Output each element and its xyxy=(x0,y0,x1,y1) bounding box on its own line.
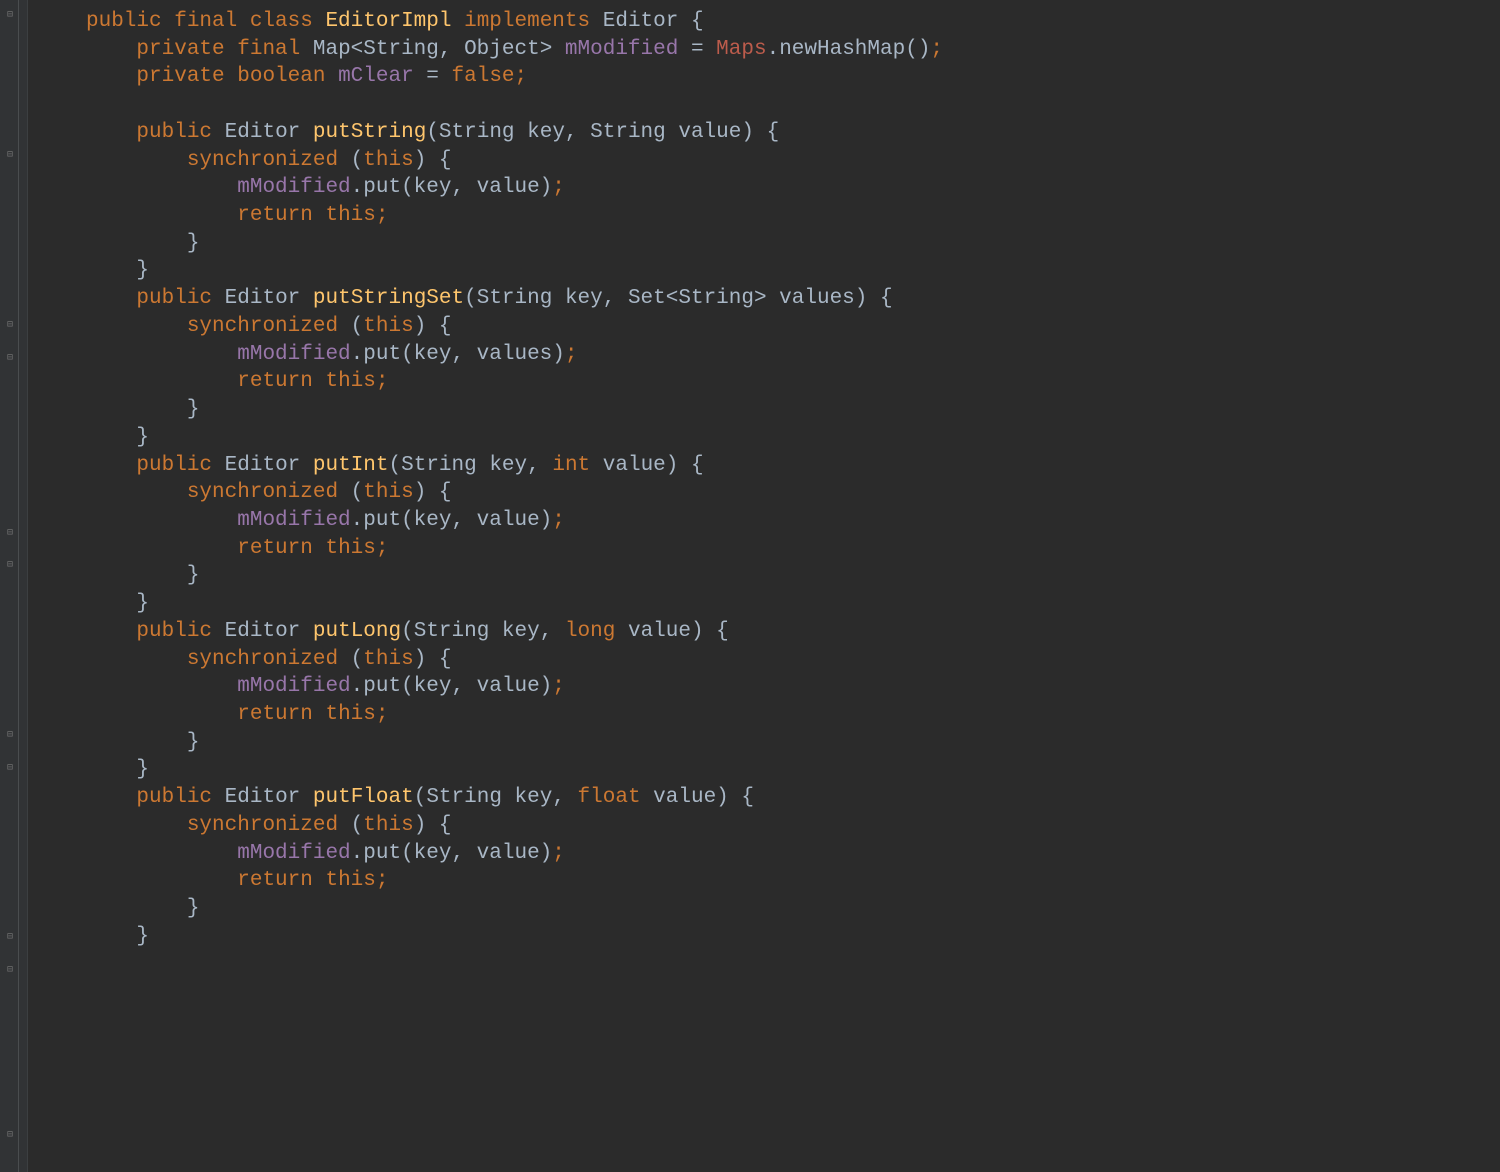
code-editor[interactable]: ⊟ ⊟ ⊟ ⊟ ⊟ ⊟ ⊟ ⊟ ⊟ ⊟ ⊟ public final class… xyxy=(0,0,1500,1172)
fold-marker-icon[interactable]: ⊟ xyxy=(4,932,16,944)
code-line: synchronized (this) { xyxy=(86,313,1500,341)
fold-marker-icon[interactable]: ⊟ xyxy=(4,560,16,572)
code-line: return this; xyxy=(86,368,1500,396)
code-line: mModified.put(key, values); xyxy=(86,341,1500,369)
code-text[interactable]: public final class EditorImpl implements… xyxy=(28,0,1500,1172)
code-line: synchronized (this) { xyxy=(86,147,1500,175)
code-line: mModified.put(key, value); xyxy=(86,174,1500,202)
code-line: private final Map<String, Object> mModif… xyxy=(86,36,1500,64)
code-line: private boolean mClear = false; xyxy=(86,63,1500,91)
code-line: synchronized (this) { xyxy=(86,812,1500,840)
code-line: } xyxy=(86,923,1500,951)
code-line: } xyxy=(86,396,1500,424)
fold-marker-icon[interactable]: ⊟ xyxy=(4,320,16,332)
code-line: return this; xyxy=(86,535,1500,563)
code-line: public final class EditorImpl implements… xyxy=(86,8,1500,36)
code-line: public Editor putString(String key, Stri… xyxy=(86,119,1500,147)
code-line: mModified.put(key, value); xyxy=(86,507,1500,535)
code-line: } xyxy=(86,257,1500,285)
code-line: } xyxy=(86,562,1500,590)
fold-marker-icon[interactable]: ⊟ xyxy=(4,763,16,775)
fold-marker-icon[interactable]: ⊟ xyxy=(4,1130,16,1142)
code-line: mModified.put(key, value); xyxy=(86,840,1500,868)
gutter: ⊟ ⊟ ⊟ ⊟ ⊟ ⊟ ⊟ ⊟ ⊟ ⊟ ⊟ xyxy=(0,0,28,1172)
fold-marker-icon[interactable]: ⊟ xyxy=(4,730,16,742)
code-line: public Editor putInt(String key, int val… xyxy=(86,452,1500,480)
code-line: public Editor putFloat(String key, float… xyxy=(86,784,1500,812)
code-line: synchronized (this) { xyxy=(86,479,1500,507)
code-line: } xyxy=(86,729,1500,757)
fold-marker-icon[interactable]: ⊟ xyxy=(4,965,16,977)
code-line: } xyxy=(86,895,1500,923)
code-line: } xyxy=(86,230,1500,258)
code-line: return this; xyxy=(86,867,1500,895)
code-line: mModified.put(key, value); xyxy=(86,673,1500,701)
fold-marker-icon[interactable]: ⊟ xyxy=(4,10,16,22)
code-line: } xyxy=(86,756,1500,784)
code-line: return this; xyxy=(86,202,1500,230)
code-line xyxy=(86,91,1500,119)
fold-guide-line xyxy=(18,0,19,1172)
code-line: public Editor putStringSet(String key, S… xyxy=(86,285,1500,313)
code-line: synchronized (this) { xyxy=(86,646,1500,674)
fold-marker-icon[interactable]: ⊟ xyxy=(4,353,16,365)
fold-marker-icon[interactable]: ⊟ xyxy=(4,150,16,162)
code-line: } xyxy=(86,590,1500,618)
code-line: return this; xyxy=(86,701,1500,729)
code-line: public Editor putLong(String key, long v… xyxy=(86,618,1500,646)
code-line: } xyxy=(86,424,1500,452)
fold-marker-icon[interactable]: ⊟ xyxy=(4,528,16,540)
